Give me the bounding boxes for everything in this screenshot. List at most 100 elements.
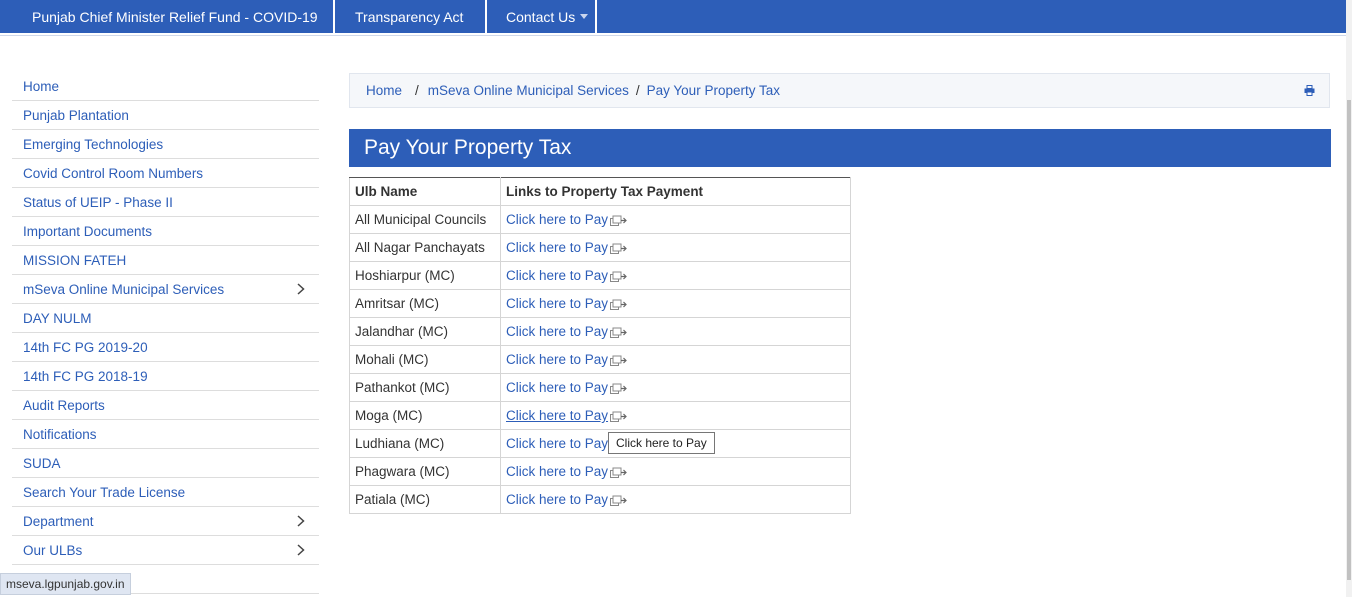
table-row: Hoshiarpur (MC) Click here to Pay [349,261,851,290]
ulb-name-cell: Pathankot (MC) [349,373,501,402]
payment-link-cell: Click here to Pay [500,345,851,374]
sidebar-item-label: Status of UEIP - Phase II [23,194,173,210]
external-link-icon [610,467,627,478]
payment-link-cell: Click here to Pay [500,317,851,346]
payment-link-cell: Click here to Pay [500,373,851,402]
sidebar-item[interactable]: Covid Control Room Numbers [12,159,319,188]
column-header-links: Links to Property Tax Payment [500,177,851,206]
sidebar-item[interactable]: Department [12,507,319,536]
ulb-name-cell: Mohali (MC) [349,345,501,374]
sidebar-item-label: Department [23,513,94,529]
sidebar-item-label: MISSION FATEH [23,252,127,268]
table-row: All Nagar Panchayats Click here to Pay [349,233,851,262]
nav-contact-us-label: Contact Us [506,8,576,25]
external-link-icon [610,355,627,366]
scrollbar-thumb[interactable] [1347,100,1351,580]
top-navbar: Punjab Chief Minister Relief Fund - COVI… [0,0,1346,33]
link-tooltip: Click here to Pay [608,432,715,454]
click-here-to-pay-link[interactable]: Click here to Pay [506,212,608,227]
chevron-right-icon[interactable] [297,515,305,527]
sidebar-item-label: Home [23,78,60,94]
breadcrumb-mseva[interactable]: mSeva Online Municipal Services [428,83,629,98]
sidebar-item[interactable]: mSeva Online Municipal Services [12,275,319,304]
ulb-name-cell: Phagwara (MC) [349,457,501,486]
scrollbar[interactable] [1346,0,1352,597]
click-here-to-pay-link[interactable]: Click here to Pay [506,380,608,395]
ulb-name-cell: Patiala (MC) [349,485,501,514]
sidebar-item[interactable]: Punjab Plantation [12,101,319,130]
sidebar-item-label: Punjab Plantation [23,107,129,123]
chevron-right-icon[interactable] [297,283,305,295]
table-row: Moga (MC) Click here to Pay [349,401,851,430]
sidebar-item[interactable]: SUDA [12,449,319,478]
external-link-icon [610,327,627,338]
sidebar-item[interactable]: Our ULBs [12,536,319,565]
sidebar-item[interactable]: 14th FC PG 2018-19 [12,362,319,391]
payment-link-cell: Click here to Pay [500,485,851,514]
sidebar-item[interactable]: Home [12,72,319,101]
page-title-bar: Pay Your Property Tax [349,129,1331,167]
sidebar-item-label: DAY NULM [23,310,92,326]
sidebar-item[interactable]: DAY NULM [12,304,319,333]
payment-link-cell: Click here to Pay [500,261,851,290]
table-row: Mohali (MC) Click here to Pay [349,345,851,374]
click-here-to-pay-link[interactable]: Click here to Pay [506,268,608,283]
external-link-icon [610,243,627,254]
breadcrumb-home[interactable]: Home [366,83,402,98]
sidebar-item[interactable]: Emerging Technologies [12,130,319,159]
print-icon[interactable] [1304,85,1315,96]
sidebar-item-label: Covid Control Room Numbers [23,165,204,181]
ulb-name-cell: Jalandhar (MC) [349,317,501,346]
external-link-icon [610,411,627,422]
chevron-right-icon[interactable] [297,544,305,556]
click-here-to-pay-link[interactable]: Click here to Pay [506,492,608,507]
external-link-icon [610,495,627,506]
breadcrumb-separator: / [635,83,640,98]
click-here-to-pay-link[interactable]: Click here to Pay [506,464,608,479]
nav-transparency-act[interactable]: Transparency Act [335,0,487,33]
sidebar-item-label: Emerging Technologies [23,136,164,152]
sidebar-item[interactable]: MISSION FATEH [12,246,319,275]
nav-transparency-act-label: Transparency Act [355,8,464,25]
click-here-to-pay-link[interactable]: Click here to Pay [506,408,608,423]
sidebar-item[interactable]: Audit Reports [12,391,319,420]
payment-link-cell: Click here to Pay [500,233,851,262]
sidebar-item[interactable]: 14th FC PG 2019-20 [12,333,319,362]
sidebar-item[interactable]: Notifications [12,420,319,449]
click-here-to-pay-link[interactable]: Click here to Pay [506,436,608,451]
sidebar-item-label: Important Documents [23,223,153,239]
sidebar-item-label: mSeva Online Municipal Services [23,281,225,297]
click-here-to-pay-link[interactable]: Click here to Pay [506,296,608,311]
breadcrumb-current: Pay Your Property Tax [646,83,780,98]
table-row: Jalandhar (MC) Click here to Pay [349,317,851,346]
sidebar-item-label: Audit Reports [23,397,105,413]
property-tax-table: Ulb Name Links to Property Tax Payment A… [349,177,851,514]
table-row: Ludhiana (MC) Click here to Pay [349,429,851,458]
table-row: All Municipal Councils Click here to Pay [349,205,851,234]
ulb-name-cell: Moga (MC) [349,401,501,430]
nav-cm-relief-fund[interactable]: Punjab Chief Minister Relief Fund - COVI… [0,0,335,33]
click-here-to-pay-link[interactable]: Click here to Pay [506,240,608,255]
click-here-to-pay-link[interactable]: Click here to Pay [506,324,608,339]
page-title: Pay Your Property Tax [364,136,572,159]
status-url: mseva.lgpunjab.gov.in [0,573,131,595]
payment-link-cell: Click here to Pay [500,289,851,318]
table-row: Pathankot (MC) Click here to Pay [349,373,851,402]
click-here-to-pay-link[interactable]: Click here to Pay [506,352,608,367]
sidebar-item[interactable]: Status of UEIP - Phase II [12,188,319,217]
sidebar-item-label: Search Your Trade License [23,484,186,500]
ulb-name-cell: All Municipal Councils [349,205,501,234]
sidebar-item[interactable]: Search Your Trade License [12,478,319,507]
ulb-name-cell: Amritsar (MC) [349,289,501,318]
ulb-name-cell: Hoshiarpur (MC) [349,261,501,290]
sidebar-menu: Home Punjab Plantation Emerging Technologi… [12,72,319,594]
table-row: Amritsar (MC) Click here to Pay [349,289,851,318]
sidebar-item-label: Our ULBs [23,542,83,558]
payment-link-cell: Click here to Pay [500,205,851,234]
sidebar-item-label: 14th FC PG 2018-19 [23,368,148,384]
nav-contact-us[interactable]: Contact Us [487,0,597,33]
ulb-name-cell: All Nagar Panchayats [349,233,501,262]
external-link-icon [610,299,627,310]
breadcrumb: Home / mSeva Online Municipal Services /… [349,73,1330,108]
sidebar-item[interactable]: Important Documents [12,217,319,246]
